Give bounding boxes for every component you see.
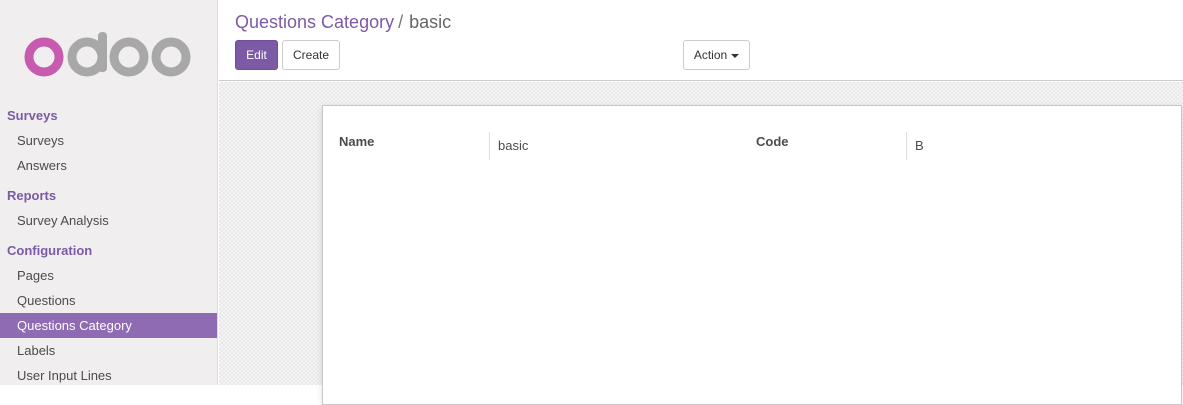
breadcrumb-parent-link[interactable]: Questions Category — [235, 12, 394, 32]
action-label: Action — [693, 48, 728, 62]
caret-down-icon — [731, 53, 740, 58]
form-sheet: Name basic Code B — [322, 105, 1182, 405]
create-button[interactable]: Create — [282, 40, 340, 70]
code-field-label: Code — [756, 134, 789, 149]
form-view-background: Name basic Code B — [219, 82, 1183, 405]
sidebar-item-survey-analysis[interactable]: Survey Analysis — [0, 208, 217, 233]
breadcrumb-separator: / — [398, 12, 404, 32]
menu-section-surveys: Surveys — [7, 108, 58, 123]
sidebar-item-surveys[interactable]: Surveys — [0, 128, 217, 153]
menu-section-configuration: Configuration — [7, 243, 93, 258]
sidebar-menu: Surveys Surveys Answers Reports Survey A… — [0, 104, 217, 385]
odoo-logo[interactable] — [20, 30, 198, 82]
name-field-label: Name — [339, 134, 375, 149]
breadcrumb-current: basic — [409, 12, 452, 32]
code-field-value: B — [906, 132, 1106, 160]
action-dropdown-button[interactable]: Action — [683, 40, 750, 70]
sidebar-item-questions-category[interactable]: Questions Category — [0, 313, 217, 338]
sidebar-item-user-input-lines[interactable]: User Input Lines — [0, 363, 217, 385]
sidebar-item-labels[interactable]: Labels — [0, 338, 217, 363]
breadcrumb: Questions Category / basic — [235, 11, 451, 33]
sidebar-item-answers[interactable]: Answers — [0, 153, 217, 178]
sidebar-item-questions[interactable]: Questions — [0, 288, 217, 313]
menu-section-reports: Reports — [7, 188, 57, 203]
sidebar-item-pages[interactable]: Pages — [0, 263, 217, 288]
name-field-value: basic — [489, 132, 689, 160]
sidebar: Surveys Surveys Answers Reports Survey A… — [0, 0, 218, 385]
control-panel: Questions Category / basic Edit Create Act… — [219, 0, 1183, 81]
edit-button[interactable]: Edit — [235, 40, 278, 70]
